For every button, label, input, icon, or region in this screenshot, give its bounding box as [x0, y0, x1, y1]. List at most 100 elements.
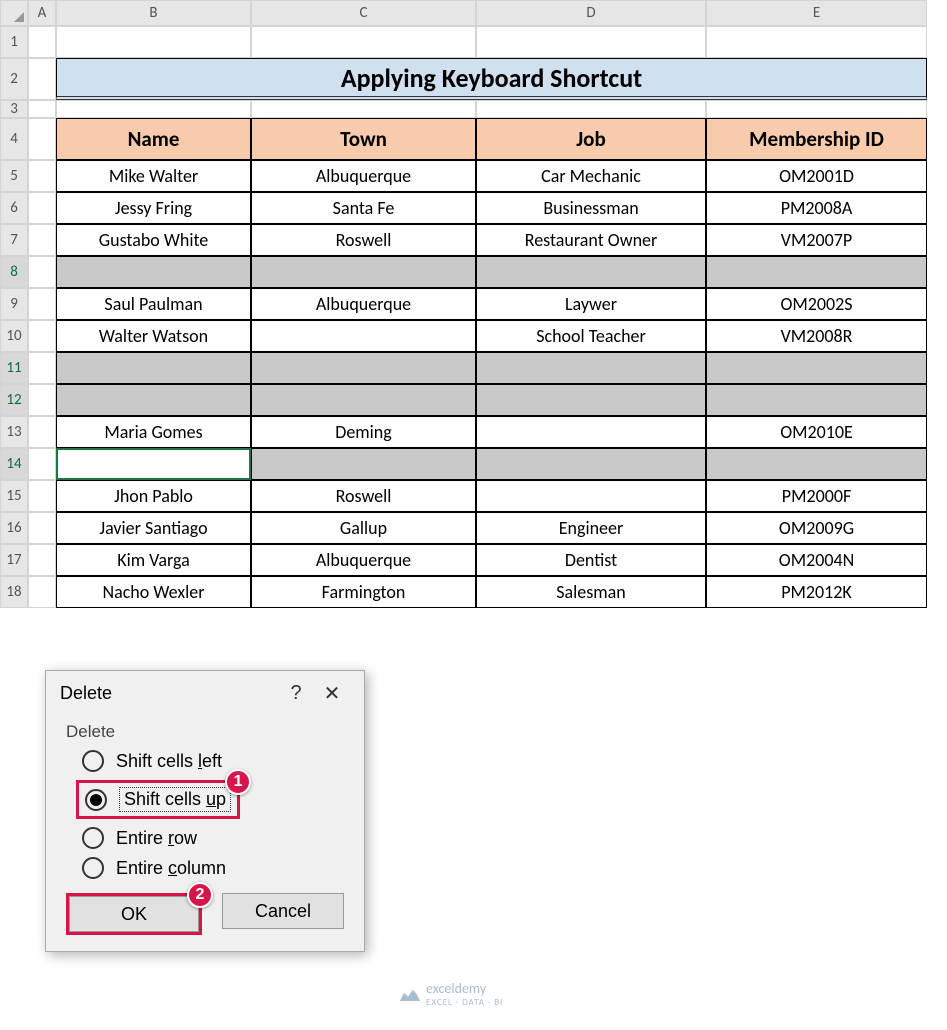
cell-name[interactable]: Walter Watson	[56, 320, 251, 352]
cell[interactable]	[28, 26, 56, 58]
cell-mid[interactable]: OM2004N	[706, 544, 927, 576]
radio-shift-up[interactable]: Shift cells up	[85, 787, 231, 812]
cell[interactable]	[28, 512, 56, 544]
cell-mid[interactable]: PM2008A	[706, 192, 927, 224]
cell-name[interactable]: Jhon Pablo	[56, 480, 251, 512]
cell[interactable]	[251, 100, 476, 118]
cell-mid[interactable]: VM2008R	[706, 320, 927, 352]
cell-job[interactable]	[476, 448, 706, 480]
cell[interactable]	[28, 160, 56, 192]
cell[interactable]	[251, 26, 476, 58]
cell[interactable]	[28, 118, 56, 160]
cell-job[interactable]	[476, 256, 706, 288]
cell-job[interactable]: Engineer	[476, 512, 706, 544]
col-header-A[interactable]: A	[28, 0, 56, 26]
cell-name[interactable]	[56, 352, 251, 384]
col-header-E[interactable]: E	[706, 0, 927, 26]
cell[interactable]	[28, 480, 56, 512]
cell-town[interactable]	[251, 256, 476, 288]
help-icon[interactable]: ?	[278, 682, 314, 705]
cell-town[interactable]: Albuquerque	[251, 544, 476, 576]
cell[interactable]	[706, 26, 927, 58]
cell-mid[interactable]: VM2007P	[706, 224, 927, 256]
row-header-2[interactable]: 2	[0, 58, 28, 100]
cell[interactable]	[28, 224, 56, 256]
row-header-10[interactable]: 10	[0, 320, 28, 352]
cell[interactable]	[706, 100, 927, 118]
cell-job[interactable]: Car Mechanic	[476, 160, 706, 192]
cell-job[interactable]	[476, 416, 706, 448]
cell-job[interactable]: Restaurant Owner	[476, 224, 706, 256]
cell[interactable]	[28, 576, 56, 608]
cell[interactable]	[28, 192, 56, 224]
cell-job[interactable]	[476, 384, 706, 416]
cell[interactable]	[28, 256, 56, 288]
cell-town[interactable]	[251, 448, 476, 480]
cell[interactable]	[56, 26, 251, 58]
cell-name[interactable]: Jessy Fring	[56, 192, 251, 224]
row-header-11[interactable]: 11	[0, 352, 28, 384]
cancel-button[interactable]: Cancel	[222, 893, 344, 929]
cell-name[interactable]: Javier Santiago	[56, 512, 251, 544]
cell-name[interactable]: Gustabo White	[56, 224, 251, 256]
radio-shift-left[interactable]: Shift cells left	[82, 750, 344, 772]
cell-mid[interactable]: OM2009G	[706, 512, 927, 544]
cell-job[interactable]: Salesman	[476, 576, 706, 608]
col-header-C[interactable]: C	[251, 0, 476, 26]
radio-entire-row[interactable]: Entire row	[82, 827, 344, 849]
cell-name[interactable]: Mike Walter	[56, 160, 251, 192]
cell-name[interactable]	[56, 256, 251, 288]
select-all-corner[interactable]	[0, 0, 28, 26]
cell-name[interactable]: Kim Varga	[56, 544, 251, 576]
row-header-5[interactable]: 5	[0, 160, 28, 192]
cell[interactable]	[476, 100, 706, 118]
cell-town[interactable]	[251, 384, 476, 416]
row-header-3[interactable]: 3	[0, 100, 28, 118]
cell[interactable]	[28, 288, 56, 320]
row-header-12[interactable]: 12	[0, 384, 28, 416]
row-header-16[interactable]: 16	[0, 512, 28, 544]
cell-town[interactable]: Deming	[251, 416, 476, 448]
cell-mid[interactable]: OM2002S	[706, 288, 927, 320]
cell-town[interactable]: Santa Fe	[251, 192, 476, 224]
cell-job[interactable]: School Teacher	[476, 320, 706, 352]
cell-mid[interactable]	[706, 256, 927, 288]
cell-mid[interactable]: PM2000F	[706, 480, 927, 512]
row-header-15[interactable]: 15	[0, 480, 28, 512]
cell-mid[interactable]	[706, 384, 927, 416]
cell-town[interactable]	[251, 320, 476, 352]
cell-mid[interactable]	[706, 448, 927, 480]
ok-button[interactable]: OK	[69, 896, 199, 932]
cell-name[interactable]: Saul Paulman	[56, 288, 251, 320]
row-header-7[interactable]: 7	[0, 224, 28, 256]
cell-job[interactable]	[476, 352, 706, 384]
dialog-titlebar[interactable]: Delete ? ✕	[46, 671, 364, 716]
cell[interactable]	[28, 448, 56, 480]
row-header-17[interactable]: 17	[0, 544, 28, 576]
cell[interactable]	[28, 100, 56, 118]
cell-town[interactable]: Farmington	[251, 576, 476, 608]
row-header-8[interactable]: 8	[0, 256, 28, 288]
cell[interactable]	[56, 100, 251, 118]
cell-mid[interactable]	[706, 352, 927, 384]
cell-name[interactable]	[56, 384, 251, 416]
row-header-9[interactable]: 9	[0, 288, 28, 320]
cell[interactable]	[28, 58, 56, 100]
cell-town[interactable]: Roswell	[251, 224, 476, 256]
row-header-6[interactable]: 6	[0, 192, 28, 224]
cell-mid[interactable]: OM2010E	[706, 416, 927, 448]
row-header-1[interactable]: 1	[0, 26, 28, 58]
close-icon[interactable]: ✕	[314, 681, 350, 706]
cell[interactable]	[28, 544, 56, 576]
cell-town[interactable]: Albuquerque	[251, 288, 476, 320]
cell[interactable]	[476, 26, 706, 58]
cell-job[interactable]	[476, 480, 706, 512]
row-header-4[interactable]: 4	[0, 118, 28, 160]
cell-town[interactable]	[251, 352, 476, 384]
cell[interactable]	[28, 416, 56, 448]
row-header-14[interactable]: 14	[0, 448, 28, 480]
active-cell[interactable]	[56, 448, 251, 480]
cell-name[interactable]: Maria Gomes	[56, 416, 251, 448]
cell-town[interactable]: Albuquerque	[251, 160, 476, 192]
cell[interactable]	[28, 320, 56, 352]
